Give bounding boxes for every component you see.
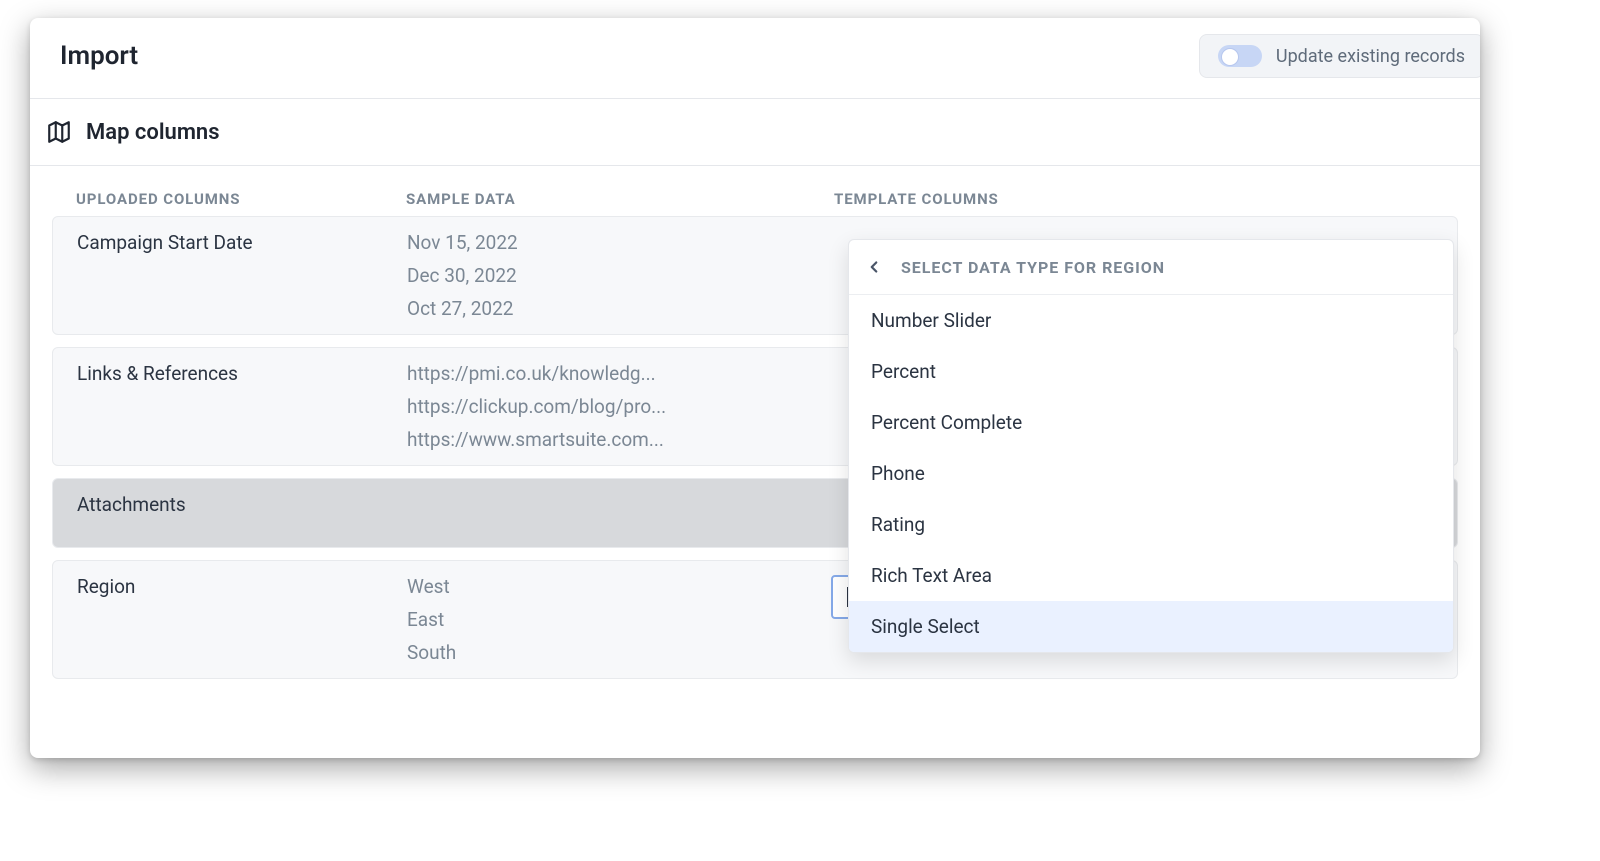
sample-values: Nov 15, 2022 Dec 30, 2022 Oct 27, 2022 bbox=[407, 231, 787, 320]
column-header-template: TEMPLATE COLUMNS bbox=[786, 190, 1480, 208]
header: Import Update existing records bbox=[30, 18, 1480, 99]
sample-values bbox=[407, 493, 787, 533]
sample-value: Nov 15, 2022 bbox=[407, 231, 787, 254]
dropdown-header: SELECT DATA TYPE FOR REGION bbox=[849, 240, 1453, 295]
data-type-option-rich-text-area[interactable]: Rich Text Area bbox=[849, 550, 1453, 601]
data-type-option-percent-complete[interactable]: Percent Complete bbox=[849, 397, 1453, 448]
data-type-option-rating[interactable]: Rating bbox=[849, 499, 1453, 550]
sample-value: East bbox=[407, 608, 787, 631]
column-header-sample: SAMPLE DATA bbox=[406, 190, 786, 208]
update-existing-toggle-wrap: Update existing records bbox=[1199, 34, 1480, 78]
sample-values: West East South bbox=[407, 575, 787, 664]
update-existing-label: Update existing records bbox=[1276, 46, 1465, 67]
sample-values: https://pmi.co.uk/knowledg... https://cl… bbox=[407, 362, 787, 451]
data-type-option-single-select[interactable]: Single Select bbox=[849, 601, 1453, 652]
data-type-option-phone[interactable]: Phone bbox=[849, 448, 1453, 499]
sample-value: https://clickup.com/blog/pro... bbox=[407, 395, 787, 418]
update-existing-toggle[interactable] bbox=[1218, 45, 1262, 67]
back-button[interactable] bbox=[861, 254, 887, 280]
sample-value: West bbox=[407, 575, 787, 598]
dropdown-title: SELECT DATA TYPE FOR REGION bbox=[901, 258, 1165, 277]
sample-value: Dec 30, 2022 bbox=[407, 264, 787, 287]
subheader: Map columns bbox=[30, 99, 1480, 166]
uploaded-column-name: Campaign Start Date bbox=[53, 231, 407, 320]
uploaded-column-name: Links & References bbox=[53, 362, 407, 451]
columns-header: UPLOADED COLUMNS SAMPLE DATA TEMPLATE CO… bbox=[30, 166, 1480, 216]
subheader-title: Map columns bbox=[86, 120, 220, 145]
uploaded-column-name: Attachments bbox=[53, 493, 407, 533]
column-header-uploaded: UPLOADED COLUMNS bbox=[30, 190, 406, 208]
data-type-dropdown: SELECT DATA TYPE FOR REGION Number Slide… bbox=[848, 239, 1454, 653]
sample-value: https://pmi.co.uk/knowledg... bbox=[407, 362, 787, 385]
import-panel: Import Update existing records Map colum… bbox=[30, 18, 1480, 758]
map-icon bbox=[46, 119, 72, 145]
uploaded-column-name: Region bbox=[53, 575, 407, 664]
sample-value: Oct 27, 2022 bbox=[407, 297, 787, 320]
page-title: Import bbox=[60, 41, 138, 71]
sample-value: https://www.smartsuite.com... bbox=[407, 428, 787, 451]
data-type-option-number-slider[interactable]: Number Slider bbox=[849, 295, 1453, 346]
chevron-left-icon bbox=[865, 258, 883, 276]
sample-value: South bbox=[407, 641, 787, 664]
data-type-option-percent[interactable]: Percent bbox=[849, 346, 1453, 397]
